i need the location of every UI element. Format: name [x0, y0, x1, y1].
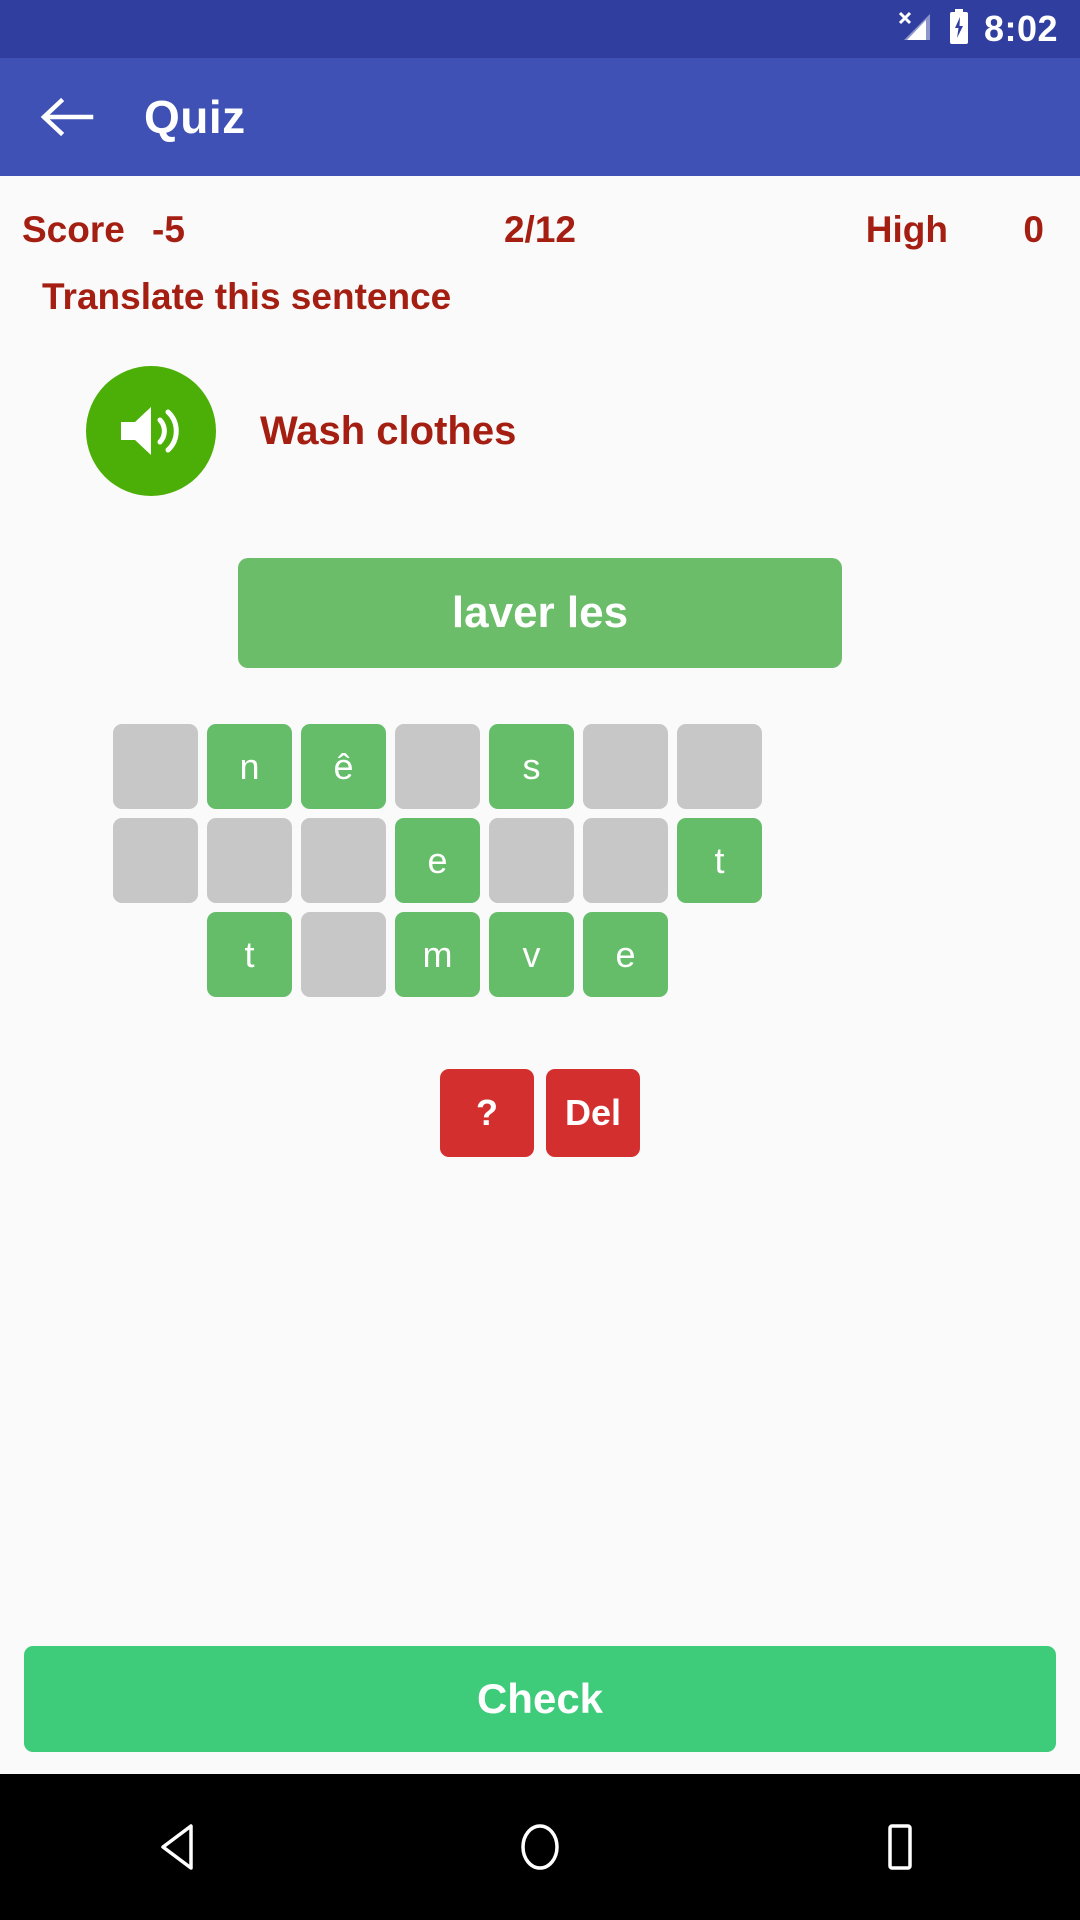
hint-button[interactable]: ? [440, 1069, 534, 1157]
letter-tile-v[interactable]: v [489, 912, 574, 997]
arrow-back-icon[interactable] [36, 86, 98, 148]
delete-button[interactable]: Del [546, 1069, 640, 1157]
app-bar: Quiz [0, 58, 1080, 176]
letter-tile-s[interactable]: s [489, 724, 574, 809]
android-nav-bar [0, 1774, 1080, 1920]
signal-no-service-icon [896, 10, 934, 49]
instruction-text: Translate this sentence [42, 276, 452, 317]
letter-tile-ê[interactable]: ê [301, 724, 386, 809]
letter-tile-m[interactable]: m [395, 912, 480, 997]
letter-tile-blank[interactable] [583, 818, 668, 903]
action-buttons: ? Del [0, 1069, 1080, 1157]
phrase-row: Wash clothes [0, 366, 1080, 496]
letter-tile-e[interactable]: e [395, 818, 480, 903]
letter-keyboard: nêsettmve [0, 724, 1080, 997]
page-title: Quiz [144, 91, 246, 143]
letter-tile-blank[interactable] [583, 724, 668, 809]
letter-tile-blank[interactable] [113, 724, 198, 809]
speaker-volume-icon[interactable] [86, 366, 216, 496]
answer-area: laver les [0, 558, 1080, 668]
check-button[interactable]: Check [24, 1646, 1056, 1752]
source-phrase: Wash clothes [260, 408, 517, 453]
letter-tile-t[interactable]: t [207, 912, 292, 997]
letter-tile-blank[interactable] [395, 724, 480, 809]
letter-tile-blank[interactable] [489, 818, 574, 903]
keyboard-row: t mve [113, 912, 1080, 997]
nav-recents-square-icon[interactable] [845, 1792, 955, 1902]
nav-home-circle-icon[interactable] [485, 1792, 595, 1902]
keyboard-tile-spacer [677, 912, 762, 997]
keyboard-tile-spacer [113, 912, 198, 997]
letter-tile-blank[interactable] [207, 818, 292, 903]
score-bar: Score -5 2/12 High 0 [0, 184, 1080, 276]
letter-tile-blank[interactable] [113, 818, 198, 903]
letter-tile-blank[interactable] [677, 724, 762, 809]
high-score-label: High [865, 209, 948, 250]
letter-tile-t[interactable]: t [677, 818, 762, 903]
answer-input-display[interactable]: laver les [238, 558, 842, 668]
phone-screen: 8:02 Quiz Score -5 2/12 High 0 Translate… [0, 0, 1080, 1920]
keyboard-row: et [113, 818, 1080, 903]
letter-tile-blank[interactable] [301, 912, 386, 997]
check-button-area: Check [0, 1646, 1080, 1752]
high-score-value: 0 [1023, 209, 1044, 250]
letter-tile-n[interactable]: n [207, 724, 292, 809]
battery-charging-icon [948, 8, 970, 50]
letter-tile-e[interactable]: e [583, 912, 668, 997]
status-bar-clock: 8:02 [983, 8, 1058, 49]
keyboard-row: nê s [113, 724, 1080, 809]
nav-back-triangle-icon[interactable] [125, 1792, 235, 1902]
letter-tile-blank[interactable] [301, 818, 386, 903]
status-bar: 8:02 [0, 0, 1080, 58]
